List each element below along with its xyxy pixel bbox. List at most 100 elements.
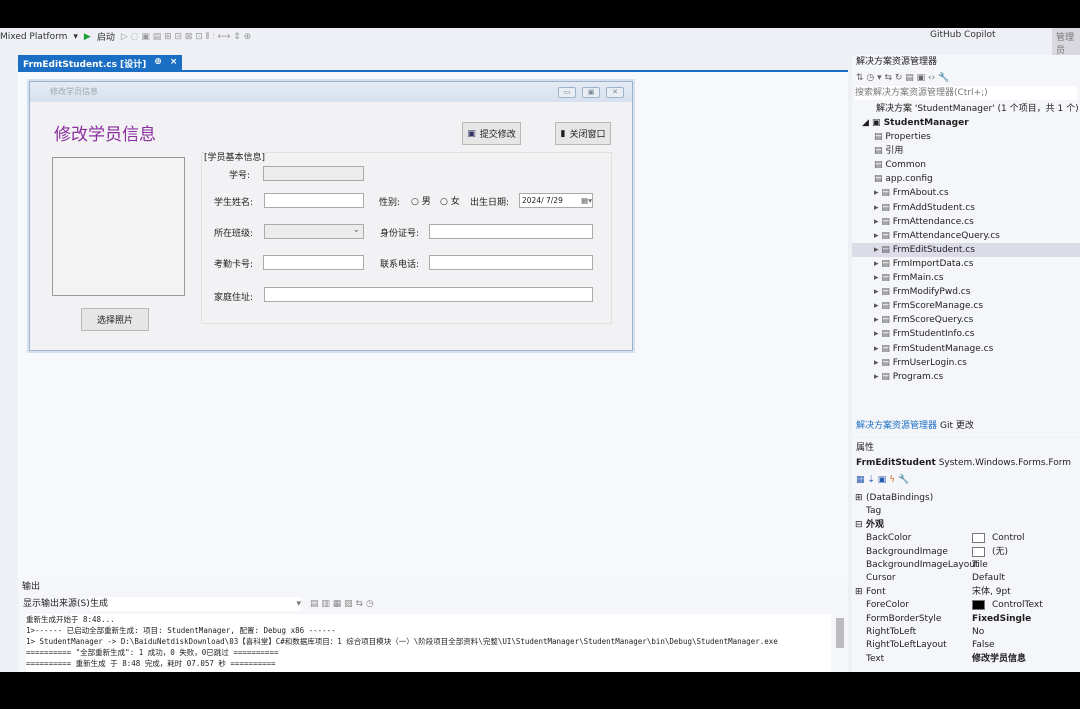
solution-item[interactable]: ▸ ▤ FrmUserLogin.cs [852, 356, 1080, 370]
solution-explorer: 解决方案资源管理器 ⇅ ◷ ▾ ⇆ ↻ ▤ ▣ ‹› 🔧 搜索解决方案资源管理器… [852, 55, 1080, 437]
class-combobox[interactable]: ⌄ [264, 224, 364, 239]
id-card-label: 身份证号: [380, 229, 420, 239]
choose-photo-button[interactable]: 选择照片 [81, 308, 149, 331]
solution-item[interactable]: ▸ ▤ FrmAddStudent.cs [852, 201, 1080, 215]
submit-button[interactable]: ▣ 提交修改 [462, 122, 521, 145]
solution-item[interactable]: ▸ ▤ FrmAttendance.cs [852, 215, 1080, 229]
file-icon: ▸ ▤ [874, 315, 893, 326]
card-no-input[interactable] [263, 255, 364, 270]
output-text[interactable]: 重新生成开始于 8:48... 1>------ 已启动全部重新生成: 项目: S… [26, 614, 831, 672]
output-title: 输出 [22, 582, 41, 592]
solution-item[interactable]: ▸ ▤ FrmMain.cs [852, 271, 1080, 285]
start-button[interactable]: 启动 [97, 30, 115, 43]
solution-item[interactable]: ▸ ▤ FrmModifyPwd.cs [852, 285, 1080, 299]
property-row[interactable]: ⊟ 外观 [852, 518, 1080, 532]
student-id-label: 学号: [229, 171, 251, 181]
solution-item[interactable]: ▸ ▤ FrmEditStudent.cs [852, 242, 1080, 257]
solution-explorer-toolbar[interactable]: ⇅ ◷ ▾ ⇆ ↻ ▤ ▣ ‹› 🔧 [856, 71, 949, 85]
file-icon: ▸ ▤ [874, 357, 893, 368]
solution-item[interactable]: ▸ ▤ FrmStudentInfo.cs [852, 327, 1080, 341]
birth-label: 出生日期: [470, 198, 510, 208]
manage-button[interactable]: 管理员 [1052, 28, 1080, 58]
file-icon: ▸ ▤ [874, 287, 893, 298]
property-row[interactable]: ForeColor ControlText [852, 598, 1080, 612]
file-icon: ▸ ▤ [874, 371, 893, 382]
address-label: 家庭住址: [214, 293, 254, 303]
address-input[interactable] [264, 287, 593, 302]
solution-item[interactable]: ▸ ▤ FrmStudentManage.cs [852, 342, 1080, 356]
property-row[interactable]: BackgroundImageLayout Tile [852, 558, 1080, 572]
properties-title: 属性 [856, 443, 875, 453]
solution-item[interactable]: ▸ ▤ FrmScoreQuery.cs [852, 313, 1080, 327]
file-icon: ▸ ▤ [874, 343, 893, 354]
property-row[interactable]: ⊞ Font 宋体, 9pt [852, 585, 1080, 599]
minimize-icon: ▭ [558, 87, 576, 98]
platform-dropdown[interactable]: Mixed Platform [0, 32, 67, 42]
solution-item[interactable]: ▤ Properties [852, 130, 1080, 144]
output-line: 1>------ 已启动全部重新生成: 项目: StudentManager, … [26, 626, 336, 635]
exit-icon: ▮ [560, 128, 566, 139]
tab-solution-explorer[interactable]: 解决方案资源管理器 [856, 419, 937, 433]
property-row[interactable]: Cursor Default [852, 571, 1080, 585]
female-radio[interactable]: ○ 女 [440, 194, 460, 207]
name-input[interactable] [264, 193, 364, 208]
output-toolbar[interactable]: ▤ ▥ ▦ ▧ ⇆ ◷ [310, 597, 374, 611]
tab-git-changes[interactable]: Git 更改 [940, 419, 974, 433]
designer-form[interactable]: 修改学员信息 ▭ ▣ ✕ 修改学员信息 ▣ 提交修改 ▮ 关闭窗口 选择照片 [学员… [29, 81, 633, 351]
male-radio[interactable]: ○ 男 [411, 194, 431, 207]
student-id-input[interactable] [263, 166, 364, 181]
property-row[interactable]: Tag [852, 504, 1080, 518]
properties-toolbar[interactable]: ▦ ⇣ ▣ ϟ 🔧 [856, 473, 909, 487]
pin-icon[interactable]: ⊕ [154, 57, 162, 68]
close-icon[interactable]: × [170, 57, 178, 68]
property-row[interactable]: BackColor Control [852, 531, 1080, 545]
property-row[interactable]: BackgroundImage (无) [852, 545, 1080, 559]
solution-item[interactable]: ▸ ▤ FrmAttendanceQuery.cs [852, 229, 1080, 243]
properties-object-selector[interactable]: FrmEditStudent System.Windows.Forms.Form [856, 456, 1071, 470]
property-row[interactable]: RightToLeftLayout False [852, 638, 1080, 652]
property-row[interactable]: Text 修改学员信息 [852, 652, 1080, 666]
output-source-select[interactable]: 生成 ▾ [90, 597, 301, 611]
property-row[interactable]: FormBorderStyle FixedSingle [852, 612, 1080, 626]
start-icon[interactable]: ▶ [84, 32, 91, 42]
solution-item[interactable]: ▤ 引用 [852, 144, 1080, 158]
solution-item[interactable]: ▤ Common [852, 158, 1080, 172]
solution-node[interactable]: 解决方案 'StudentManager' (1 个项目，共 1 个) [876, 102, 1079, 116]
project-node[interactable]: ◢ ▣ StudentManager [862, 116, 969, 130]
solution-item[interactable]: ▸ ▤ FrmImportData.cs [852, 257, 1080, 271]
phone-input[interactable] [429, 255, 593, 270]
name-label: 学生姓名: [214, 198, 254, 208]
file-icon: ▤ [874, 174, 886, 185]
tab-frmeditstudent-design[interactable]: FrmEditStudent.cs [设计] ⊕ × [18, 55, 183, 70]
property-row[interactable]: RightToLeft No [852, 625, 1080, 639]
file-icon: ▸ ▤ [874, 258, 893, 269]
layout-toolbar-icons: ▷ ◌ ▣ ▤ ⊞ ⊟ ⊠ ⊡ ⫴ ⫶ ⟷ ⇕ ⊕ [120, 31, 252, 42]
photo-box [52, 157, 185, 296]
solution-explorer-title: 解决方案资源管理器 [856, 57, 938, 67]
file-icon: ▸ ▤ [874, 188, 893, 199]
close-window-button[interactable]: ▮ 关闭窗口 [555, 122, 611, 145]
output-scrollbar[interactable] [836, 618, 844, 648]
property-row[interactable]: ⊞ (DataBindings) [852, 491, 1080, 505]
gender-label: 性别: [379, 198, 401, 208]
solution-item[interactable]: ▸ ▤ FrmAbout.cs [852, 186, 1080, 200]
birth-date-picker[interactable]: 2024/ 7/29 ▦▾ [519, 193, 593, 208]
chevron-down-icon: ⌄ [352, 225, 360, 235]
calendar-icon[interactable]: ▦▾ [581, 194, 592, 207]
output-panel: 输出 显示输出来源(S): 生成 ▾ ▤ ▥ ▦ ▧ ⇆ ◷ 重新生成开始于 8:… [18, 578, 848, 672]
class-label: 所在班级: [214, 229, 254, 239]
properties-panel: 属性 FrmEditStudent System.Windows.Forms.F… [852, 438, 1080, 672]
file-icon: ▤ [874, 160, 886, 171]
file-icon: ▸ ▤ [874, 329, 893, 340]
solution-item[interactable]: ▸ ▤ FrmScoreManage.cs [852, 299, 1080, 313]
file-icon: ▤ [874, 146, 886, 157]
id-card-input[interactable] [429, 224, 593, 239]
solution-item[interactable]: ▸ ▤ Program.cs [852, 370, 1080, 384]
solution-search-input[interactable]: 搜索解决方案资源管理器(Ctrl+;) [855, 86, 1077, 100]
solution-item[interactable]: ▤ app.config [852, 172, 1080, 186]
form-window-title: 修改学员信息 [50, 87, 98, 96]
card-no-label: 考勤卡号: [214, 260, 254, 270]
file-icon: ▸ ▤ [874, 216, 893, 227]
output-line: 1> StudentManager -> D:\BaiduNetdiskDown… [26, 637, 778, 646]
github-copilot-button[interactable]: GitHub Copilot [930, 30, 996, 40]
